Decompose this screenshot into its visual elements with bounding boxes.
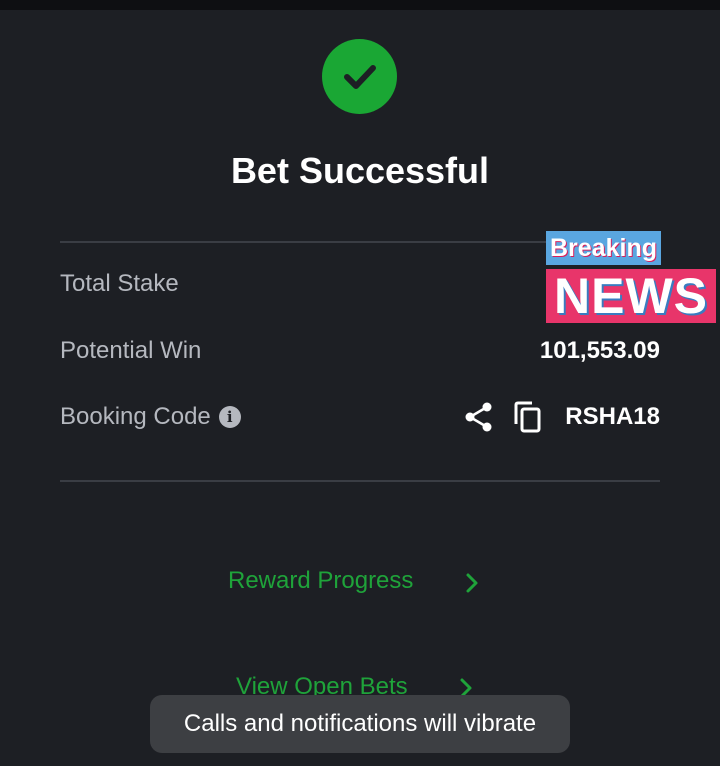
- potential-win-label: Potential Win: [60, 337, 202, 364]
- toast-notification: Calls and notifications will vibrate: [150, 695, 570, 753]
- reward-progress-link[interactable]: Reward Progress: [228, 567, 413, 595]
- news-label: NEWS: [546, 269, 716, 323]
- divider: [60, 480, 660, 482]
- status-bar: [0, 0, 720, 10]
- success-check-icon: [322, 39, 397, 114]
- booking-code-value[interactable]: RSHA18: [565, 403, 660, 431]
- page-title: Bet Successful: [230, 150, 490, 191]
- copy-icon[interactable]: [512, 400, 544, 434]
- chevron-right-icon[interactable]: [464, 571, 480, 595]
- share-icon[interactable]: [464, 401, 494, 433]
- total-stake-label: Total Stake: [60, 270, 179, 297]
- info-icon[interactable]: i: [218, 406, 241, 428]
- booking-code-label-text: Booking Code: [60, 403, 211, 430]
- booking-code-label: Booking Code i: [60, 403, 241, 431]
- breaking-label: Breaking: [546, 231, 661, 265]
- potential-win-value: 101,553.09: [539, 337, 660, 364]
